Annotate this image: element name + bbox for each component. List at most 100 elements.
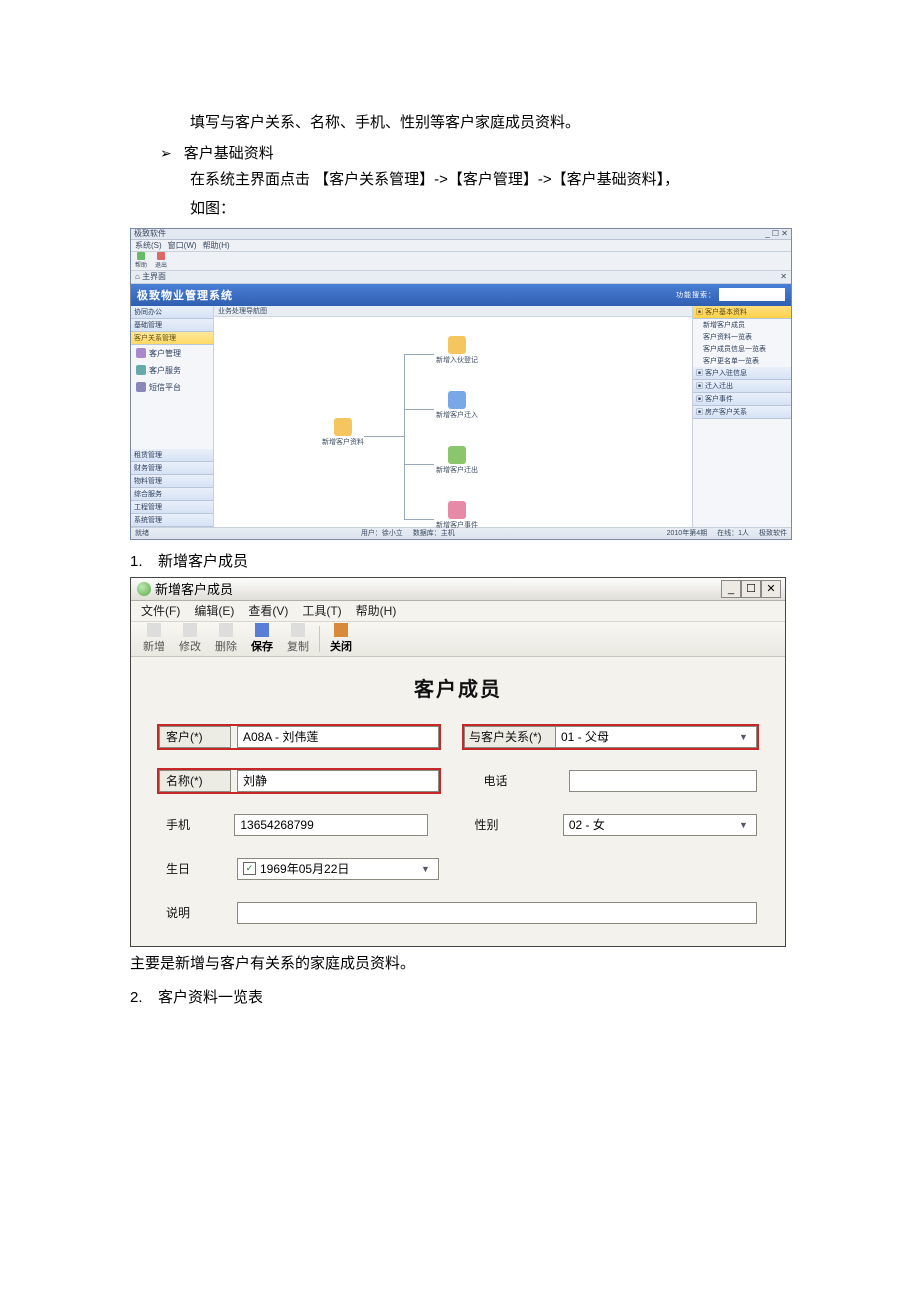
chevron-down-icon[interactable]: ▼ bbox=[421, 864, 433, 874]
birthday-label: 生日 bbox=[159, 858, 231, 880]
banner: 极致物业管理系统 功能搜索： bbox=[131, 284, 791, 306]
nav-customer-manage[interactable]: 客户管理 bbox=[131, 345, 213, 362]
menu-window[interactable]: 窗口(W) bbox=[168, 240, 197, 251]
toolbar-edit[interactable]: 修改 bbox=[173, 623, 207, 654]
num-2-text: 客户资料一览表 bbox=[158, 986, 263, 1007]
remark-field[interactable] bbox=[237, 902, 757, 924]
bullet-arrow-icon: ➢ bbox=[160, 145, 172, 162]
gender-label: 性别 bbox=[474, 815, 556, 835]
tab-main[interactable]: ⌂ 主界面 bbox=[135, 271, 166, 282]
toolbar-separator bbox=[319, 626, 320, 652]
toolbar-save[interactable]: 保存 bbox=[245, 623, 279, 654]
relation-label: 与客户关系(*) bbox=[464, 726, 556, 748]
flow-moveout[interactable]: 新增客户迁出 bbox=[436, 446, 478, 475]
remark-label: 说明 bbox=[159, 902, 231, 924]
left-nav: 协同办公 基础管理 客户关系管理 客户管理 客户服务 短信平台 租赁管理 财务管… bbox=[131, 306, 214, 527]
copy-icon bbox=[291, 623, 305, 637]
flow-canvas: 业务处理导航图 新增客户资料 新增入伙登记 新增客户迁入 新增客户迁出 新增客户… bbox=[214, 306, 693, 527]
status-brand: 极致软件 bbox=[759, 528, 787, 538]
close-button[interactable]: ✕ bbox=[761, 580, 781, 598]
chevron-down-icon[interactable]: ▼ bbox=[739, 820, 751, 830]
gender-field[interactable]: 02 - 女 ▼ bbox=[563, 814, 757, 836]
customer-label: 客户(*) bbox=[159, 726, 231, 748]
acc-collab[interactable]: 协同办公 bbox=[131, 306, 213, 319]
bullet-body-b: 如图： bbox=[190, 196, 790, 222]
acc-basic[interactable]: 基础管理 bbox=[131, 319, 213, 332]
birthday-field[interactable]: ✓ 1969年05月22日 ▼ bbox=[237, 858, 439, 880]
tab-close-icon[interactable]: ✕ bbox=[780, 272, 787, 281]
rp-move[interactable]: ▣ 迁入迁出 bbox=[693, 380, 791, 393]
window-control-icons[interactable]: _ ☐ ✕ bbox=[765, 229, 788, 238]
status-ready: 就绪 bbox=[135, 528, 149, 538]
status-online: 在线：1人 bbox=[717, 528, 749, 538]
menu-edit[interactable]: 编辑(E) bbox=[194, 602, 234, 619]
relation-field[interactable]: 01 - 父母 ▼ bbox=[556, 726, 757, 748]
rp-member-list[interactable]: 客户成员信息一览表 bbox=[693, 343, 791, 355]
chevron-down-icon[interactable]: ▼ bbox=[739, 732, 751, 742]
flow-root[interactable]: 新增客户资料 bbox=[322, 418, 364, 447]
num-1: 1. bbox=[130, 553, 158, 570]
edit-icon bbox=[183, 623, 197, 637]
sms-icon bbox=[136, 382, 146, 392]
birthday-checkbox[interactable]: ✓ bbox=[243, 862, 256, 875]
num-2: 2. bbox=[130, 989, 158, 1006]
new-icon bbox=[147, 623, 161, 637]
main-toolbar: 帮助 退出 bbox=[131, 252, 791, 271]
flow-title: 业务处理导航图 bbox=[214, 306, 692, 317]
service-icon bbox=[136, 365, 146, 375]
customer-field[interactable]: A08A - 刘伟莲 bbox=[237, 726, 439, 748]
status-db: 数据库：主机 bbox=[413, 528, 455, 538]
toolbar-delete[interactable]: 删除 bbox=[209, 623, 243, 654]
acc-system[interactable]: 系统管理 bbox=[131, 514, 213, 527]
flow-event[interactable]: 新增客户事件 bbox=[436, 501, 478, 530]
minimize-button[interactable]: _ bbox=[721, 580, 741, 598]
rp-property-rel[interactable]: ▣ 房产客户关系 bbox=[693, 406, 791, 419]
toolbar-close[interactable]: 关闭 bbox=[324, 623, 358, 654]
mobile-field[interactable]: 13654268799 bbox=[234, 814, 428, 836]
menu-file[interactable]: 文件(F) bbox=[141, 602, 180, 619]
menu-view[interactable]: 查看(V) bbox=[248, 602, 288, 619]
flow-checkin[interactable]: 新增入伙登记 bbox=[436, 336, 478, 365]
people-icon bbox=[136, 348, 146, 358]
toolbar-exit-button[interactable]: 退出 bbox=[155, 252, 167, 269]
main-menu[interactable]: 系统(S) 窗口(W) 帮助(H) bbox=[131, 240, 791, 252]
acc-lease[interactable]: 租赁管理 bbox=[131, 449, 213, 462]
flow-movein[interactable]: 新增客户迁入 bbox=[436, 391, 478, 420]
event-icon bbox=[448, 501, 466, 519]
acc-finance[interactable]: 财务管理 bbox=[131, 462, 213, 475]
name-field[interactable]: 刘静 bbox=[237, 770, 439, 792]
nav-sms-platform[interactable]: 短信平台 bbox=[131, 379, 213, 396]
screenshot-main-system: 极致软件 _ ☐ ✕ 系统(S) 窗口(W) 帮助(H) 帮助 退出 ⌂ 主界面… bbox=[130, 228, 792, 540]
toolbar-copy[interactable]: 复制 bbox=[281, 623, 315, 654]
phone-field[interactable] bbox=[569, 770, 757, 792]
after-dialog-text: 主要是新增与客户有关系的家庭成员资料。 bbox=[130, 951, 790, 977]
checkin-icon bbox=[448, 336, 466, 354]
app-icon bbox=[137, 582, 151, 596]
rp-basic[interactable]: ▣ 客户基本资料 bbox=[693, 306, 791, 319]
search-input[interactable] bbox=[719, 288, 785, 301]
rp-add-member[interactable]: 新增客户成员 bbox=[693, 319, 791, 331]
menu-help[interactable]: 帮助(H) bbox=[203, 240, 230, 251]
toolbar-help-button[interactable]: 帮助 bbox=[135, 252, 147, 269]
acc-project[interactable]: 工程管理 bbox=[131, 501, 213, 514]
dialog-menu[interactable]: 文件(F) 编辑(E) 查看(V) 工具(T) 帮助(H) bbox=[131, 601, 785, 622]
acc-crm[interactable]: 客户关系管理 bbox=[131, 332, 213, 345]
rp-event[interactable]: ▣ 客户事件 bbox=[693, 393, 791, 406]
window-titlebar: 极致软件 _ ☐ ✕ bbox=[131, 229, 791, 240]
acc-material[interactable]: 物料管理 bbox=[131, 475, 213, 488]
toolbar-new[interactable]: 新增 bbox=[137, 623, 171, 654]
acc-general[interactable]: 综合服务 bbox=[131, 488, 213, 501]
rp-rename-list[interactable]: 客户更名单一览表 bbox=[693, 355, 791, 367]
moveout-icon bbox=[448, 446, 466, 464]
customer-group: 客户(*) A08A - 刘伟莲 bbox=[159, 726, 439, 748]
nav-customer-service[interactable]: 客户服务 bbox=[131, 362, 213, 379]
menu-tools[interactable]: 工具(T) bbox=[302, 602, 341, 619]
rp-occupancy[interactable]: ▣ 客户入驻信息 bbox=[693, 367, 791, 380]
banner-search: 功能搜索： bbox=[676, 288, 785, 301]
menu-help[interactable]: 帮助(H) bbox=[356, 602, 397, 619]
rp-cust-list[interactable]: 客户资料一览表 bbox=[693, 331, 791, 343]
form-heading: 客户成员 bbox=[131, 665, 785, 726]
menu-system[interactable]: 系统(S) bbox=[135, 240, 162, 251]
num-1-text: 新增客户成员 bbox=[158, 550, 248, 571]
maximize-button[interactable]: ☐ bbox=[741, 580, 761, 598]
